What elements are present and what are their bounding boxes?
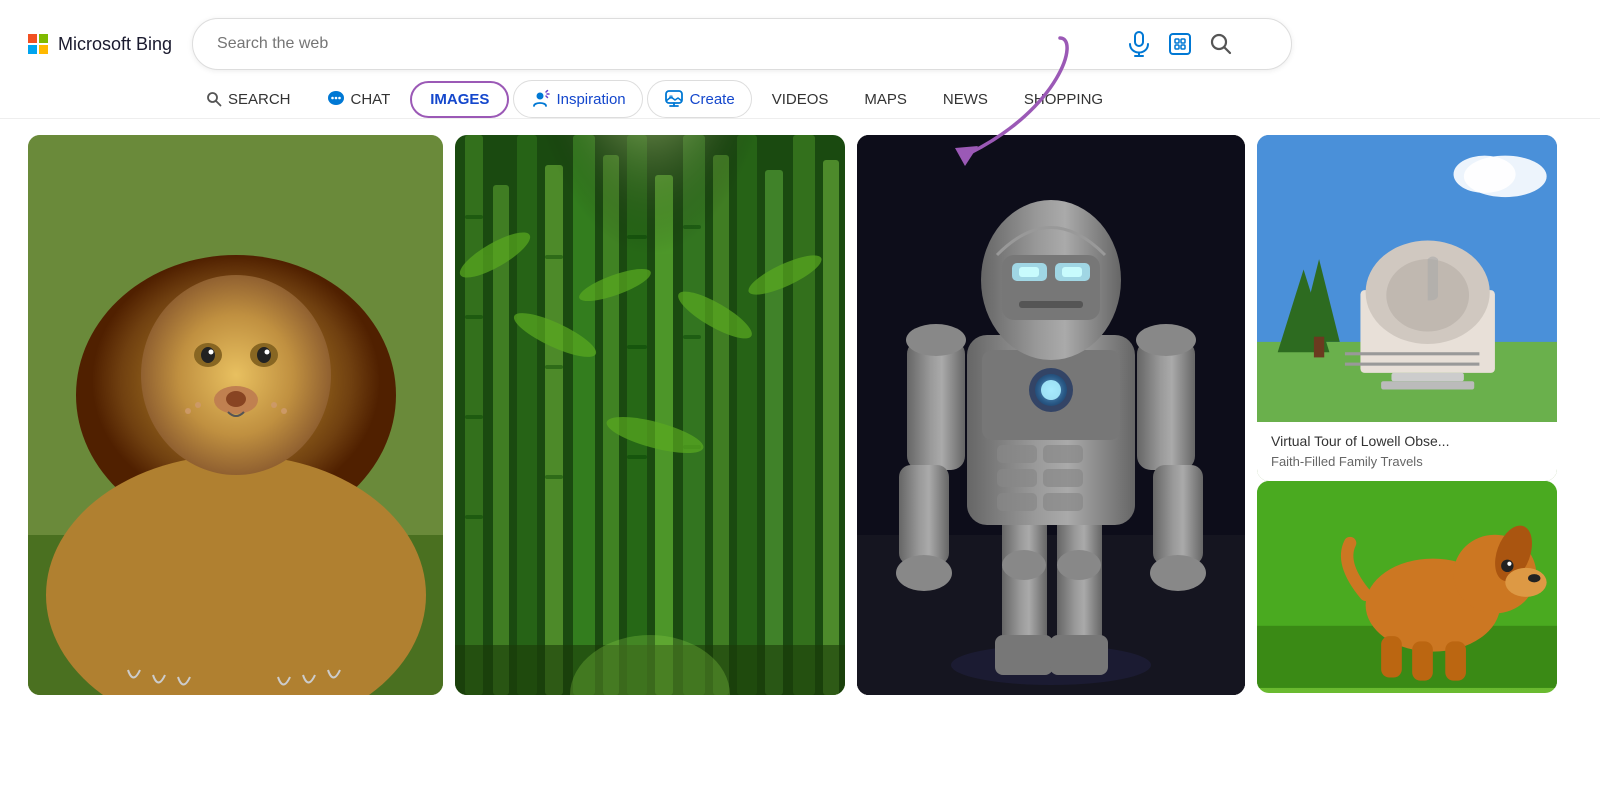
image-card-bamboo[interactable]: [455, 135, 845, 695]
lion-svg: [28, 135, 443, 695]
lion-image: [28, 135, 443, 695]
nav-item-shopping[interactable]: SHOPPING: [1008, 81, 1119, 118]
image-card-observatory[interactable]: Virtual Tour of Lowell Obse... Faith-Fil…: [1257, 135, 1557, 481]
nav-item-create[interactable]: Create: [647, 80, 752, 118]
nav-item-search[interactable]: SEARCH: [190, 81, 307, 118]
bamboo-image: [455, 135, 845, 695]
search-bar-container: [192, 18, 1292, 70]
inspiration-icon: [530, 89, 550, 109]
observatory-caption: Virtual Tour of Lowell Obse... Faith-Fil…: [1257, 422, 1557, 481]
chat-icon: [327, 90, 345, 108]
search-nav-icon: [206, 91, 222, 107]
nav-item-inspiration[interactable]: Inspiration: [513, 80, 642, 118]
image-grid: Virtual Tour of Lowell Obse... Faith-Fil…: [0, 119, 1600, 764]
mic-button[interactable]: [1124, 27, 1154, 61]
header: Microsoft Bing: [0, 0, 1600, 70]
ironman-image: [857, 135, 1245, 695]
logo-square-red: [28, 34, 37, 43]
logo-area: Microsoft Bing: [28, 34, 172, 55]
search-glass-icon: [1210, 33, 1232, 55]
create-icon: [664, 89, 684, 109]
brand-name: Microsoft Bing: [58, 34, 172, 55]
image-card-dog[interactable]: [1257, 481, 1557, 693]
observatory-caption-line2: Faith-Filled Family Travels: [1271, 454, 1423, 469]
logo-square-green: [39, 34, 48, 43]
microsoft-logo: [28, 34, 48, 54]
nav-bar: SEARCH CHAT IMAGES Inspiration: [0, 70, 1600, 119]
search-actions: [1124, 27, 1236, 61]
visual-search-button[interactable]: [1164, 28, 1196, 60]
image-card-lion[interactable]: [28, 135, 443, 695]
right-column: Virtual Tour of Lowell Obse... Faith-Fil…: [1257, 135, 1557, 748]
search-button[interactable]: [1206, 29, 1236, 59]
nav-item-chat[interactable]: CHAT: [311, 80, 407, 118]
image-card-ironman[interactable]: [857, 135, 1245, 695]
nav-item-images[interactable]: IMAGES: [410, 81, 509, 118]
logo-square-blue: [28, 45, 37, 54]
nav-item-maps[interactable]: MAPS: [848, 81, 923, 118]
logo-square-yellow: [39, 45, 48, 54]
dog-svg: [1257, 481, 1557, 688]
observatory-caption-line1: Virtual Tour of Lowell Obse...: [1271, 433, 1449, 449]
visual-search-icon: [1168, 32, 1192, 56]
ironman-svg: [857, 135, 1245, 695]
nav-item-videos[interactable]: VIDEOS: [756, 81, 845, 118]
bamboo-svg: [455, 135, 845, 695]
nav-item-news[interactable]: NEWS: [927, 81, 1004, 118]
mic-icon: [1128, 31, 1150, 57]
